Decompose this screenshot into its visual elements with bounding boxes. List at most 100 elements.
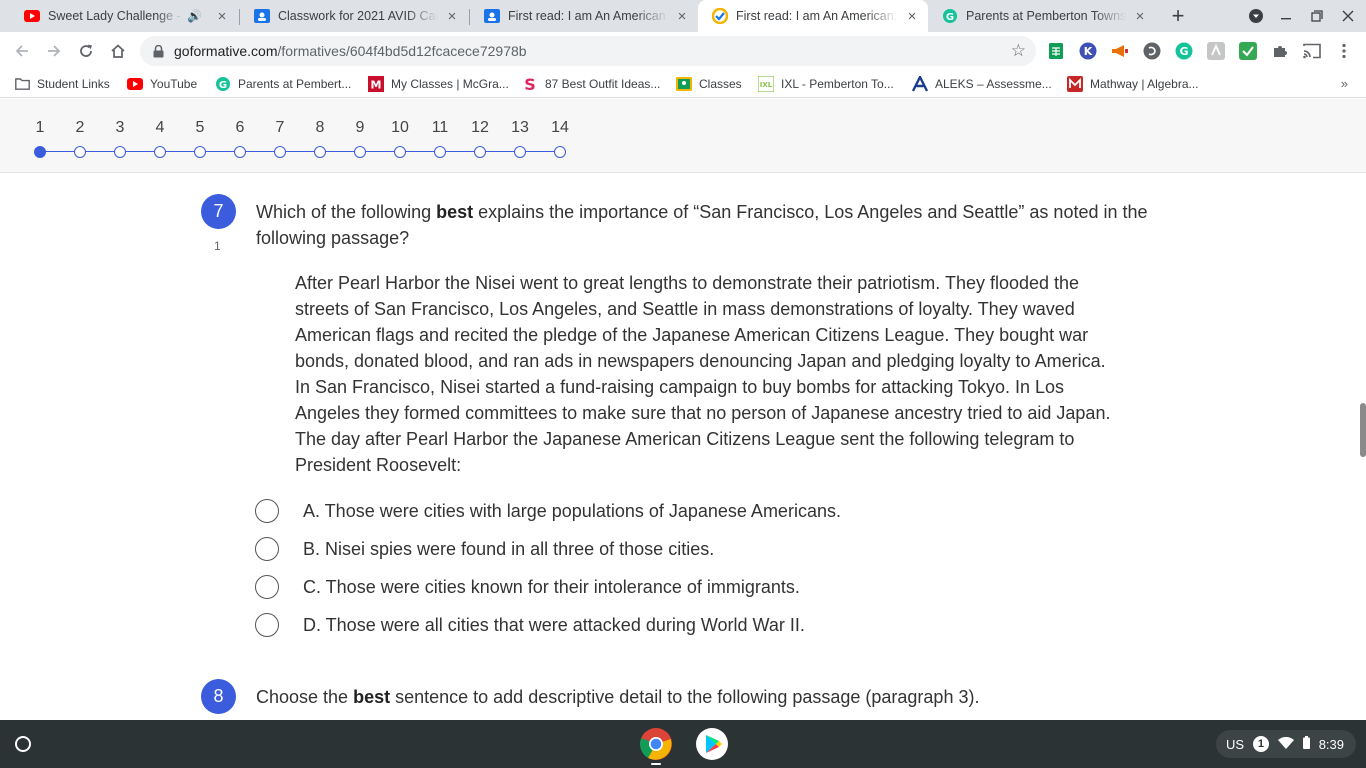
bookmark-aleks[interactable]: ALEKS – Assessme... [912,74,1052,94]
cast-icon[interactable] [1302,41,1322,61]
tab-first-read-formative[interactable]: First read: I am An American: A True Sto… [698,0,928,32]
bookmark-student-links[interactable]: Student Links [14,74,110,94]
bookmark-outfit-ideas[interactable]: S 87 Best Outfit Ideas... [522,74,660,94]
bookmark-mcgraw[interactable]: M My Classes | McGra... [368,74,509,94]
back-button[interactable] [9,38,35,64]
lock-icon[interactable] [153,44,167,58]
svg-text:S: S [524,76,536,92]
close-icon[interactable]: × [904,8,920,25]
play-store-icon[interactable] [695,727,729,761]
bookmark-classes[interactable]: Classes [676,74,742,94]
forward-button[interactable] [41,38,67,64]
restore-icon[interactable] [1305,4,1329,28]
extension-gray-icon[interactable] [1206,41,1226,61]
question-nav-number[interactable]: 12 [465,119,495,137]
question-nav-number[interactable]: 10 [385,119,415,137]
question-nav-dot[interactable] [354,146,366,158]
prompt-text: Choose the [256,687,354,707]
question-nav-number[interactable]: 13 [505,119,535,137]
radio-button[interactable] [255,613,279,637]
question-nav-dot[interactable] [34,146,46,158]
battery-icon [1302,736,1310,752]
close-icon[interactable]: × [674,8,690,25]
close-icon[interactable]: × [1132,8,1148,25]
grammarly-icon[interactable]: G [1174,41,1194,61]
question-nav-dot[interactable] [114,146,126,158]
question-nav-dot[interactable] [554,146,566,158]
more-bookmarks-icon[interactable]: » [1341,76,1348,91]
question-nav-dot[interactable] [154,146,166,158]
tab-title: First read: I am An American: A True Sto… [508,9,668,23]
chrome-icon[interactable] [639,727,673,761]
minimize-icon[interactable] [1274,4,1298,28]
tab-search-icon[interactable] [1244,4,1268,28]
question-nav-number[interactable]: 14 [545,119,575,137]
radio-button[interactable] [255,575,279,599]
question-nav-number[interactable]: 3 [105,119,135,137]
home-button[interactable] [105,38,131,64]
question-nav-dot[interactable] [74,146,86,158]
question-nav-number[interactable]: 4 [145,119,175,137]
answer-choice-d[interactable]: D. Those were all cities that were attac… [255,612,805,638]
question-nav-dot[interactable] [394,146,406,158]
question-nav-number[interactable]: 2 [65,119,95,137]
svg-text:K: K [1084,45,1093,58]
page-scrollbar[interactable] [1360,403,1366,457]
tab-classwork[interactable]: Classwork for 2021 AVID Candidates × [240,0,468,32]
url-host: goformative.com [174,43,278,59]
sheets-icon[interactable] [1046,41,1066,61]
megaphone-icon[interactable] [1110,41,1130,61]
question-nav-number[interactable]: 11 [425,119,455,137]
bookmark-parents-pemberton[interactable]: G Parents at Pembert... [215,74,351,94]
question-nav-dot[interactable] [314,146,326,158]
launcher-icon[interactable] [10,731,36,757]
mcgraw-icon: M [368,76,384,92]
speaker-icon[interactable]: 🔊 [187,9,202,23]
answer-choice-b[interactable]: B. Nisei spies were found in all three o… [255,536,714,562]
question-nav-number[interactable]: 8 [305,119,335,137]
bookmark-ixl[interactable]: IXL IXL - Pemberton To... [758,74,894,94]
tab-first-read-classroom[interactable]: First read: I am An American: A True Sto… [470,0,698,32]
kami-icon[interactable]: K [1078,41,1098,61]
read-aloud-icon[interactable] [1142,41,1162,61]
question-nav-number[interactable]: 6 [225,119,255,137]
question-nav-dot[interactable] [234,146,246,158]
question-nav-dot[interactable] [514,146,526,158]
question-nav-number[interactable]: 7 [265,119,295,137]
question-nav-number[interactable]: 1 [25,119,55,137]
close-icon[interactable]: × [444,8,460,25]
checklist-icon[interactable] [1238,41,1258,61]
status-tray[interactable]: US 1 8:39 [1216,730,1356,758]
classroom-icon [254,8,270,24]
close-icon[interactable]: × [214,8,230,25]
question-nav-dot[interactable] [474,146,486,158]
bookmark-youtube[interactable]: YouTube [127,74,197,94]
address-bar[interactable]: goformative.com/formatives/604f4bd5d12fc… [140,36,1036,66]
new-tab-button[interactable]: + [1166,3,1190,28]
passage-line: After Pearl Harbor the Nisei went to gre… [295,273,1080,293]
passage-line: President Roosevelt: [295,455,462,475]
svg-text:G: G [1179,45,1188,58]
question-prompt: Which of the following best explains the… [256,199,1186,251]
tab-parents-pemberton[interactable]: G Parents at Pemberton Township × [928,0,1156,32]
prompt-text: explains the importance of “San Francisc… [473,202,1148,222]
question-nav-dot[interactable] [194,146,206,158]
close-window-icon[interactable] [1336,4,1360,28]
answer-choice-a[interactable]: A. Those were cities with large populati… [255,498,841,524]
bookmark-mathway[interactable]: Mathway | Algebra... [1067,74,1199,94]
passage-line: Angeles they formed committees to make s… [295,403,1111,423]
answer-choice-c[interactable]: C. Those were cities known for their int… [255,574,800,600]
question-nav-dot[interactable] [274,146,286,158]
kebab-menu-icon[interactable] [1334,41,1354,61]
svg-text:M: M [371,79,382,92]
question-nav-dot[interactable] [434,146,446,158]
tab-youtube[interactable]: Sweet Lady Challenge - YouTube 🔊 × [10,0,238,32]
question-nav-number[interactable]: 9 [345,119,375,137]
puzzle-icon[interactable] [1270,41,1290,61]
radio-button[interactable] [255,499,279,523]
bookmark-star-icon[interactable]: ☆ [1011,42,1026,60]
choice-label: D. Those were all cities that were attac… [303,614,805,635]
question-nav-number[interactable]: 5 [185,119,215,137]
radio-button[interactable] [255,537,279,561]
reload-button[interactable] [73,38,99,64]
